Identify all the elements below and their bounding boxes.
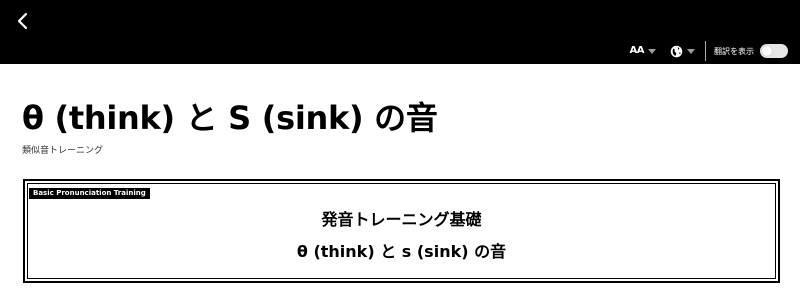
top-bar: AA 翻訳を表示 [0, 0, 800, 64]
translate-toggle-label: 翻訳を表示 [714, 46, 754, 56]
toggle-knob [762, 46, 772, 56]
page-subtitle: 類似音トレーニング [22, 146, 104, 156]
reader-toolbar: AA 翻訳を表示 [630, 40, 788, 62]
lesson-card-inner-border: Basic Pronunciation Training 発音トレーニング基礎 … [27, 183, 776, 279]
font-size-button[interactable]: AA [630, 46, 656, 56]
toolbar-divider [705, 41, 706, 61]
font-size-icon: AA [629, 45, 645, 56]
language-button[interactable] [670, 45, 695, 58]
globe-icon [670, 45, 683, 57]
translate-toggle[interactable] [760, 44, 788, 58]
page-title: θ (think) と S (sink) の音 [22, 99, 438, 137]
lesson-card: Basic Pronunciation Training 発音トレーニング基礎 … [23, 179, 780, 283]
card-heading: 発音トレーニング基礎 [321, 210, 482, 229]
chevron-left-icon [17, 12, 28, 30]
card-subheading: θ (think) と s (sink) の音 [296, 242, 507, 261]
card-tag: Basic Pronunciation Training [29, 188, 150, 199]
back-button[interactable] [12, 8, 34, 34]
chevron-down-icon [687, 48, 695, 54]
chevron-down-icon [648, 48, 656, 54]
